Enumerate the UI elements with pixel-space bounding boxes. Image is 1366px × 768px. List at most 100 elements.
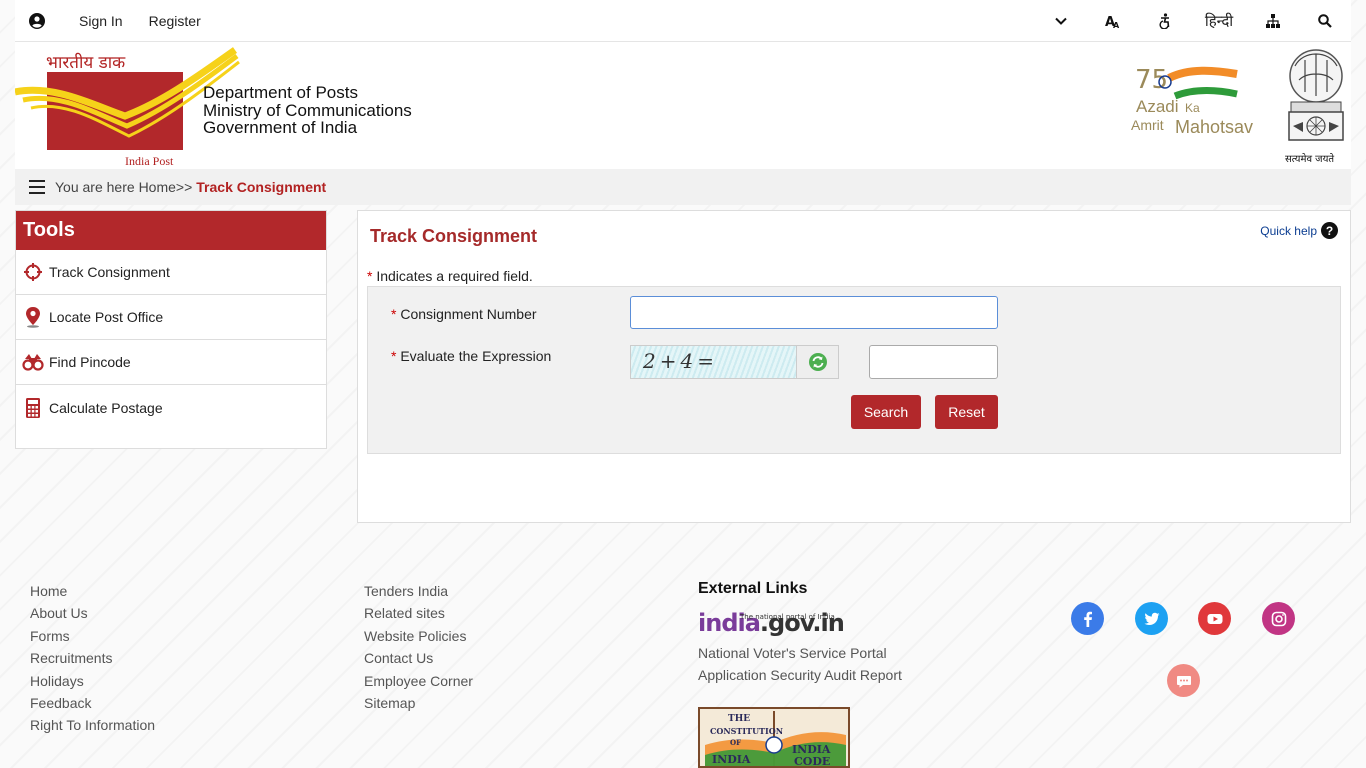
dept-line-1: Department of Posts (203, 83, 358, 102)
lion-capital-icon: सत्यमेव जयते (1285, 49, 1344, 165)
logo-english-text: India Post (125, 154, 174, 168)
footer-link-forms[interactable]: Forms (30, 625, 155, 647)
tool-item-label: Find Pincode (49, 354, 131, 370)
footer-link-feedback[interactable]: Feedback (30, 692, 155, 714)
india-gov-in-logo[interactable]: The national portal of India india.gov.in (698, 610, 902, 636)
azadi-tricolor-icon: 75 Azadi Ka Amrit Mahotsav (1131, 65, 1253, 137)
required-field-note: * Indicates a required field. (367, 268, 533, 284)
tool-item-locate-post-office[interactable]: Locate Post Office (16, 295, 326, 340)
quick-help-label: Quick help (1260, 223, 1317, 238)
azadi-ka-amrit-mahotsav-logo[interactable]: 75 Azadi Ka Amrit Mahotsav (1129, 62, 1264, 142)
quick-help-link[interactable]: Quick help ? (1260, 222, 1338, 239)
tool-item-label: Calculate Postage (49, 399, 163, 416)
captcha-box: 2+4= (630, 345, 839, 379)
dept-line-3: Government of India (203, 118, 358, 137)
constitution-book-icon: THE CONSTITUTION OF INDIA INDIA CODE (705, 711, 846, 766)
question-icon: ? (1321, 222, 1338, 239)
captcha-image: 2+4= (631, 346, 797, 378)
indiagov-tagline: The national portal of India (740, 613, 835, 621)
azadi-ka-text: Ka (1185, 101, 1200, 115)
footer-link-tenders-india[interactable]: Tenders India (364, 580, 473, 602)
top-bar: Sign In Register AA हिन्दी (15, 0, 1351, 42)
search-button[interactable]: Search (851, 395, 921, 429)
svg-text:A: A (1113, 21, 1120, 29)
footer-link-security-audit[interactable]: Application Security Audit Report (698, 664, 902, 686)
hamburger-menu-icon[interactable] (29, 180, 45, 194)
consignment-number-label: * Consignment Number (391, 306, 537, 322)
footer-link-about-us[interactable]: About Us (30, 602, 155, 624)
department-title: Department of Posts Ministry of Communic… (203, 84, 412, 137)
footer-link-recruitments[interactable]: Recruitments (30, 647, 155, 669)
binoculars-icon (22, 351, 44, 373)
tool-item-track-consignment[interactable]: Track Consignment (16, 250, 326, 295)
footer-link-website-policies[interactable]: Website Policies (364, 625, 473, 647)
captcha-refresh-button[interactable] (796, 346, 838, 378)
tool-item-label: Track Consignment (49, 264, 170, 280)
accessibility-icon[interactable] (1139, 0, 1191, 41)
chat-icon[interactable] (1167, 664, 1200, 697)
footer-link-voter-portal[interactable]: National Voter's Service Portal (698, 642, 902, 664)
crosshair-icon (22, 261, 44, 283)
breadcrumb: You are here Home >> Track Consignment (15, 169, 1351, 205)
instagram-icon[interactable] (1262, 602, 1295, 635)
footer-column-2: Tenders India Related sites Website Poli… (364, 580, 473, 714)
required-note-text: Indicates a required field. (372, 268, 533, 284)
footer-link-employee-corner[interactable]: Employee Corner (364, 670, 473, 692)
footer-link-rti[interactable]: Right To Information (30, 714, 155, 736)
breadcrumb-trail: You are here Home >> Track Consignment (55, 179, 326, 195)
constitution-of-india-link[interactable]: THE CONSTITUTION OF INDIA INDIA CODE (698, 707, 850, 768)
national-emblem: सत्यमेव जयते (1281, 46, 1351, 166)
azadi-mahotsav-text: Mahotsav (1175, 117, 1253, 137)
site-header: भारतीय डाक India Post Department of Post… (15, 42, 1351, 169)
tracking-form: * Consignment Number * Evaluate the Expr… (367, 286, 1341, 454)
track-consignment-panel: Track Consignment Quick help ? * Indicat… (357, 210, 1351, 523)
user-icon[interactable] (29, 12, 45, 29)
constitution-line-2: CONSTITUTION (710, 726, 783, 736)
tools-title: Tools (16, 211, 326, 250)
refresh-icon (808, 353, 827, 371)
text-size-icon[interactable]: AA (1087, 0, 1139, 41)
footer-link-contact-us[interactable]: Contact Us (364, 647, 473, 669)
search-icon[interactable] (1299, 0, 1351, 41)
footer-link-sitemap[interactable]: Sitemap (364, 692, 473, 714)
consignment-label-text: Consignment Number (396, 306, 537, 322)
breadcrumb-home-link[interactable]: Home (139, 179, 176, 195)
azadi-text: Azadi (1136, 97, 1179, 116)
register-link[interactable]: Register (149, 13, 201, 29)
consignment-number-input[interactable] (630, 296, 998, 329)
expression-answer-input[interactable] (869, 345, 998, 379)
captcha-text: 2+4= (643, 349, 718, 373)
azadi-amrit-text: Amrit (1131, 117, 1164, 133)
footer-column-1: Home About Us Forms Recruitments Holiday… (30, 580, 155, 737)
footer-link-related-sites[interactable]: Related sites (364, 602, 473, 624)
constitution-line-6: CODE (794, 755, 830, 766)
sign-in-link[interactable]: Sign In (79, 13, 123, 29)
tools-panel: Tools Track Consignment Locate Post Offi… (15, 210, 327, 449)
youtube-icon[interactable] (1198, 602, 1231, 635)
breadcrumb-current: Track Consignment (196, 179, 327, 195)
emblem-motto-text: सत्यमेव जयते (1285, 153, 1334, 165)
footer-link-holidays[interactable]: Holidays (30, 670, 155, 692)
reset-button[interactable]: Reset (935, 395, 998, 429)
calculator-icon (22, 397, 44, 419)
constitution-line-4: INDIA (712, 753, 751, 766)
constitution-line-3: OF (730, 738, 741, 747)
evaluate-expression-label: * Evaluate the Expression (391, 348, 552, 364)
map-pin-icon (22, 306, 44, 328)
tool-item-find-pincode[interactable]: Find Pincode (16, 340, 326, 385)
footer-external-links: External Links The national portal of In… (698, 580, 902, 687)
sitemap-icon[interactable] (1247, 0, 1299, 41)
tool-item-calculate-postage[interactable]: Calculate Postage (16, 385, 326, 430)
breadcrumb-prefix: You are here (55, 179, 135, 195)
constitution-line-1: THE (728, 714, 750, 724)
twitter-icon[interactable] (1135, 602, 1168, 635)
tool-item-label: Locate Post Office (49, 309, 164, 325)
dept-line-2: Ministry of Communications (203, 100, 412, 120)
chevron-down-icon[interactable] (1035, 0, 1087, 41)
expression-label-text: Evaluate the Expression (396, 348, 552, 364)
footer-link-home[interactable]: Home (30, 580, 155, 602)
hindi-language-link[interactable]: हिन्दी (1191, 0, 1247, 41)
external-links-title: External Links (698, 580, 808, 597)
facebook-icon[interactable] (1071, 602, 1104, 635)
logo-hindi-text: भारतीय डाक (46, 53, 126, 73)
